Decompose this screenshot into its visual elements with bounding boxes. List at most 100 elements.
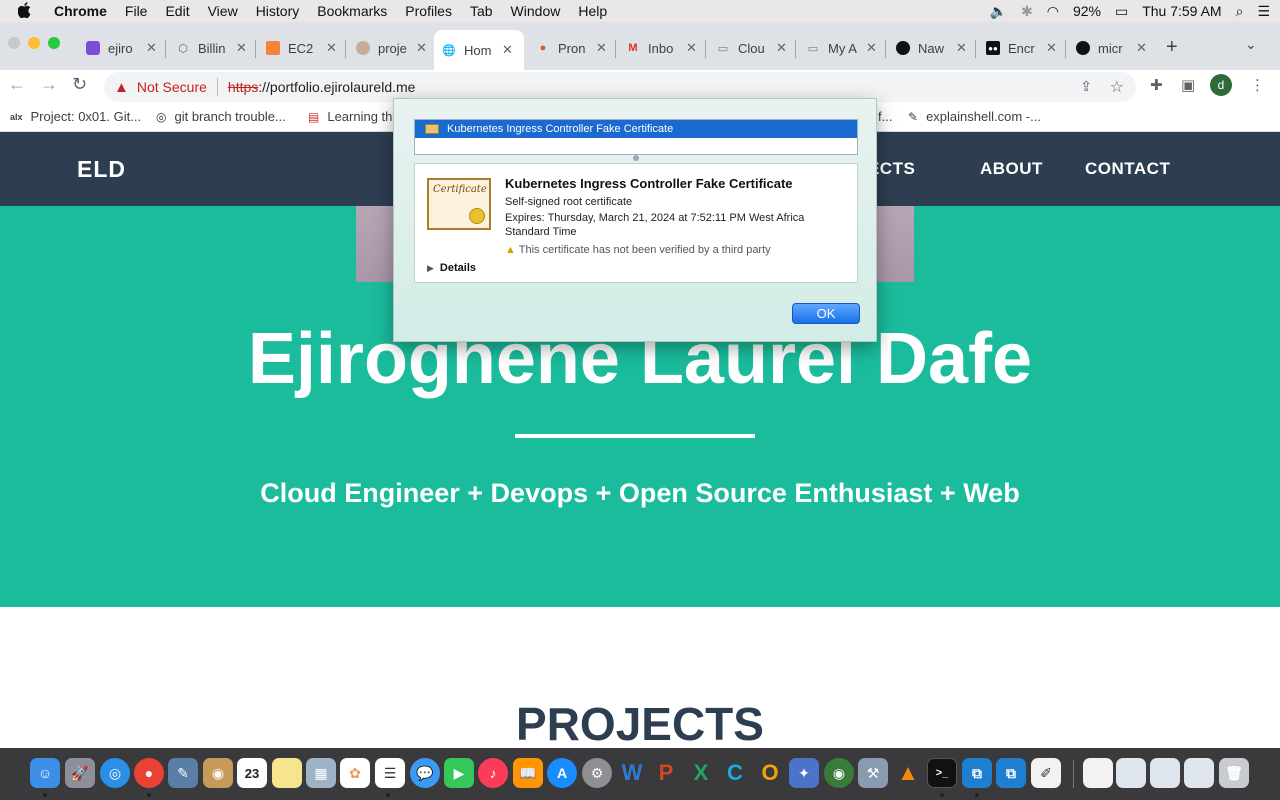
tab-project[interactable]: proje ✕	[348, 32, 436, 64]
close-icon[interactable]: ✕	[776, 40, 787, 56]
teams-icon[interactable]: ✦	[789, 758, 819, 788]
zoom-window-button[interactable]	[48, 37, 60, 49]
tab-billing[interactable]: ⬡ Billin ✕	[168, 32, 256, 64]
bookmark-explainshell[interactable]: ✎ explainshell.com -...	[908, 109, 1041, 124]
launchpad-icon[interactable]: 🚀	[65, 758, 95, 788]
books-icon[interactable]: 📖	[513, 758, 543, 788]
kebab-menu-icon[interactable]: ⋮	[1250, 76, 1265, 94]
facetime-icon[interactable]: ▶	[444, 758, 474, 788]
menu-help[interactable]: Help	[578, 3, 607, 19]
spotlight-icon[interactable]: ⌕	[1236, 3, 1244, 20]
menu-bookmarks[interactable]: Bookmarks	[317, 3, 387, 19]
nav-contact[interactable]: CONTACT	[1085, 159, 1170, 179]
bookmark-learning[interactable]: ▤ Learning th	[308, 109, 392, 124]
photos-viewer-icon[interactable]: ▦	[306, 758, 336, 788]
trash-icon[interactable]: 🗑	[1219, 758, 1249, 788]
close-icon[interactable]: ✕	[502, 42, 513, 58]
vscode-icon[interactable]: ⧉	[962, 758, 992, 788]
tab-micr[interactable]: micr ✕	[1068, 32, 1156, 64]
terminal-icon[interactable]: >_	[927, 758, 957, 788]
photos-icon[interactable]: ✿	[340, 758, 370, 788]
battery-icon[interactable]: ▭	[1115, 3, 1128, 20]
warning-triangle-icon[interactable]: ▲	[114, 79, 129, 96]
reload-icon[interactable]: ↻	[72, 74, 87, 95]
wifi-icon[interactable]: ◠	[1047, 3, 1059, 20]
details-disclosure[interactable]: ▶ Details	[427, 262, 476, 274]
menu-edit[interactable]: Edit	[165, 3, 189, 19]
network-icon[interactable]: ◉	[824, 758, 854, 788]
volume-icon[interactable]: 🔈	[990, 3, 1007, 20]
tab-cloud[interactable]: ▭ Clou ✕	[708, 32, 796, 64]
extensions-icon[interactable]: ✚	[1150, 76, 1163, 94]
bookmark-hidden[interactable]: f...	[878, 109, 892, 124]
messages-icon[interactable]: 💬	[410, 758, 440, 788]
doc-icon[interactable]	[1083, 758, 1113, 788]
powerpoint-icon[interactable]: P	[651, 758, 681, 788]
close-icon[interactable]: ✕	[416, 40, 427, 56]
control-center-icon[interactable]: ☰	[1257, 3, 1270, 20]
contacts-icon[interactable]: ◉	[203, 758, 233, 788]
safari-icon[interactable]: ◎	[100, 758, 130, 788]
c-icon[interactable]: C	[720, 758, 750, 788]
window-icon[interactable]	[1116, 758, 1146, 788]
textedit-icon[interactable]: ✐	[1031, 758, 1061, 788]
window3-icon[interactable]	[1184, 758, 1214, 788]
profile-avatar[interactable]: d	[1210, 74, 1232, 96]
calendar-icon[interactable]: 23	[237, 758, 267, 788]
menu-history[interactable]: History	[256, 3, 300, 19]
close-icon[interactable]: ✕	[146, 40, 157, 56]
menu-window[interactable]: Window	[511, 3, 561, 19]
close-icon[interactable]: ✕	[866, 40, 877, 56]
tool-icon[interactable]: ⚒	[858, 758, 888, 788]
close-icon[interactable]: ✕	[1136, 40, 1147, 56]
menu-view[interactable]: View	[208, 3, 238, 19]
split-resizer-handle[interactable]	[633, 155, 639, 161]
vlc-icon[interactable]: ▲	[893, 758, 923, 788]
tab-ejiro[interactable]: ejiro ✕	[78, 32, 166, 64]
bookmark-star-icon[interactable]: ☆	[1110, 77, 1124, 97]
tab-prometheus[interactable]: ● Pron ✕	[528, 32, 616, 64]
o-icon[interactable]: O	[755, 758, 785, 788]
menu-app-name[interactable]: Chrome	[54, 3, 107, 19]
excel-icon[interactable]: X	[686, 758, 716, 788]
close-icon[interactable]: ✕	[326, 40, 337, 56]
tab-ec2[interactable]: EC2 ✕	[258, 32, 346, 64]
not-secure-label[interactable]: Not Secure	[137, 79, 207, 95]
bluetooth-icon[interactable]: ✱	[1021, 3, 1033, 20]
clock[interactable]: Thu 7:59 AM	[1142, 3, 1221, 19]
menu-tab[interactable]: Tab	[470, 3, 493, 19]
nav-about[interactable]: ABOUT	[980, 159, 1043, 179]
minimize-window-button[interactable]	[28, 37, 40, 49]
menu-file[interactable]: File	[125, 3, 148, 19]
back-arrow-icon[interactable]: ←	[8, 74, 26, 95]
settings-icon[interactable]: ⚙	[582, 758, 612, 788]
side-panel-icon[interactable]: ▣	[1181, 76, 1195, 94]
tab-home-active[interactable]: 🌐 Hom ✕	[434, 30, 524, 70]
notes-icon[interactable]	[272, 758, 302, 788]
apple-icon[interactable]	[17, 1, 38, 21]
tab-my-a[interactable]: ▭ My A ✕	[798, 32, 886, 64]
close-icon[interactable]: ✕	[1046, 40, 1057, 56]
finder-icon[interactable]: ☺	[30, 758, 60, 788]
battery-percent[interactable]: 92%	[1073, 3, 1101, 19]
close-icon[interactable]: ✕	[596, 40, 607, 56]
chrome-icon[interactable]: ●	[134, 758, 164, 788]
tab-encr[interactable]: ●● Encr ✕	[978, 32, 1066, 64]
bookmark-alx[interactable]: alx Project: 0x01. Git...	[10, 109, 141, 124]
music-icon[interactable]: ♪	[478, 758, 508, 788]
close-icon[interactable]: ✕	[236, 40, 247, 56]
tab-inbox[interactable]: M Inbo ✕	[618, 32, 706, 64]
reminders-icon[interactable]: ☰	[375, 758, 405, 788]
ok-button[interactable]: OK	[792, 303, 860, 324]
window2-icon[interactable]	[1150, 758, 1180, 788]
bookmark-git-branch[interactable]: ◎ git branch trouble...	[156, 109, 286, 124]
tab-naw[interactable]: Naw ✕	[888, 32, 976, 64]
certificate-list-item[interactable]: Kubernetes Ingress Controller Fake Certi…	[415, 120, 857, 138]
close-icon[interactable]: ✕	[686, 40, 697, 56]
share-icon[interactable]: ⇪	[1080, 78, 1092, 95]
site-brand[interactable]: ELD	[77, 156, 126, 183]
vscode2-icon[interactable]: ⧉	[996, 758, 1026, 788]
close-icon[interactable]: ✕	[956, 40, 967, 56]
close-window-button[interactable]	[8, 37, 20, 49]
preview-icon[interactable]: ✎	[168, 758, 198, 788]
